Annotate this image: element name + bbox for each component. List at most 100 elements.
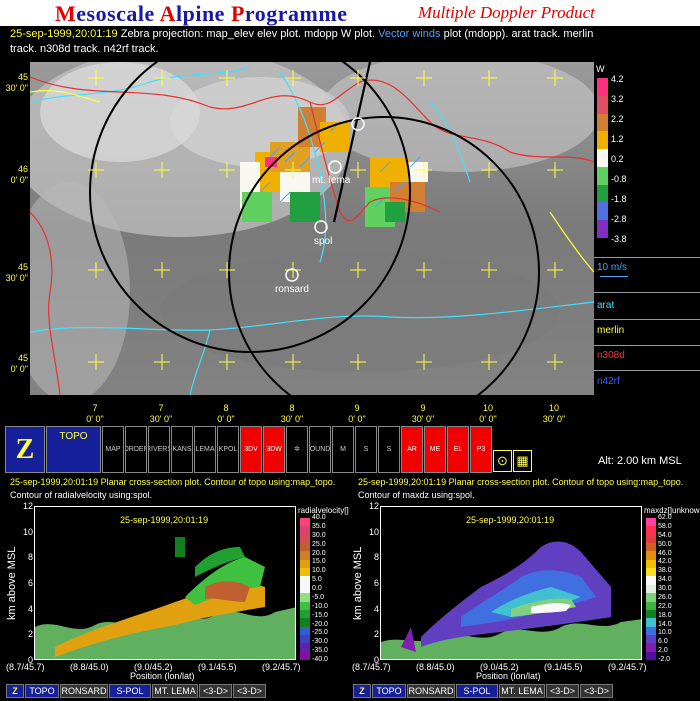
toolbar-icon-8[interactable]: 3DV <box>240 426 262 473</box>
plot-time: 25-sep-1999,20:01:19 <box>10 28 118 40</box>
panel-button--3-d-[interactable]: <3-D> <box>199 684 232 698</box>
left-x-title: Position (lon/lat) <box>130 671 195 681</box>
colorbar-label: 34.0 <box>658 576 672 584</box>
toolbar-icon-0[interactable]: Z <box>5 426 45 473</box>
colorbar-label: -25.0 <box>312 629 328 637</box>
x-tick-label: (8.8/45.0) <box>416 662 455 672</box>
colorbar-label: 22.0 <box>658 602 672 610</box>
panel-button--3-d-[interactable]: <3-D> <box>580 684 613 698</box>
panel-button-s-pol[interactable]: S-POL <box>109 684 151 698</box>
colorbar-label: 5.0 <box>312 576 322 584</box>
toolbar-icon-19[interactable]: ⊙ <box>493 450 512 472</box>
title-banner: Mesoscale Alpine Programme Multiple Dopp… <box>0 0 700 26</box>
w-colorbar-swatch <box>597 78 608 97</box>
panel-button-mt-lema[interactable]: MT. LEMA <box>152 684 198 698</box>
colorbar-label: 30.0 <box>658 585 672 592</box>
toolbar-icon-14[interactable]: S <box>378 426 400 473</box>
colorbar-label: 46.0 <box>658 549 672 557</box>
w-colorbar-label: -1.8 <box>611 194 627 204</box>
terrain-map-svg <box>30 62 594 395</box>
lon-label-1: 7 0' 0" <box>86 403 104 424</box>
colorbar-label: -5.0 <box>312 593 325 601</box>
toolbar-icon-11[interactable]: SOUNDS <box>309 426 331 473</box>
toolbar-icon-4[interactable]: RIVERS <box>148 426 170 473</box>
toolbar-icon-1[interactable]: TOPO <box>46 426 101 473</box>
toolbar-icon-16[interactable]: ME <box>424 426 446 473</box>
panel-button--3-d-[interactable]: <3-D> <box>546 684 579 698</box>
panel-button-ronsard[interactable]: RONSARD <box>60 684 108 698</box>
y-tick-label: 10 <box>22 526 33 537</box>
panel-button-topo[interactable]: TOPO <box>25 684 59 698</box>
toolbar-icon-7[interactable]: KPOL <box>217 426 239 473</box>
colorbar-swatch <box>646 651 656 661</box>
main-map[interactable]: spol ronsard mt. lema <box>30 62 594 395</box>
site-label-ronsard: ronsard <box>275 284 309 295</box>
w-colorbar-label: -0.8 <box>611 174 627 184</box>
toolbar-icon-5[interactable]: KANS <box>171 426 193 473</box>
colorbar-swatch <box>300 651 310 661</box>
right-panel-header1: 25-sep-1999,20:01:19 Planar cross-sectio… <box>358 477 684 487</box>
w-colorbar-swatch <box>597 220 608 239</box>
w-colorbar-title: W <box>596 64 605 74</box>
colorbar-label: 10.0 <box>312 567 326 575</box>
lat-label-1: 45 30' 0" <box>5 72 28 93</box>
toolbar-icon-2[interactable]: MAP <box>102 426 124 473</box>
banner-title: Mesoscale Alpine Programme <box>55 1 348 26</box>
legend-n42rf[interactable]: n42rf <box>597 376 620 387</box>
panel-button-z[interactable]: Z <box>353 684 371 698</box>
lat-label-2: 46 0' 0" <box>10 164 28 185</box>
colorbar-label: 38.0 <box>658 567 672 575</box>
y-tick-label: 10 <box>368 526 379 537</box>
vector-scale-arrow <box>600 276 628 277</box>
site-label-mt-lema: mt. lema <box>312 175 351 186</box>
colorbar-label: 15.0 <box>312 558 326 566</box>
y-tick-label: 12 <box>22 501 33 511</box>
lat-label-3: 45 30' 0" <box>5 262 28 283</box>
legend-n308d[interactable]: n308d <box>597 350 625 361</box>
colorbar-label: 10.0 <box>658 629 672 637</box>
colorbar-label: 42.0 <box>658 558 672 566</box>
banner-subtitle: Multiple Doppler Product <box>418 3 595 22</box>
w-colorbar <box>597 78 608 239</box>
toolbar-icon-10[interactable]: ✲ <box>286 426 308 473</box>
panel-button-topo[interactable]: TOPO <box>372 684 406 698</box>
y-tick-label: 2 <box>27 629 33 640</box>
legend-divider <box>594 292 700 293</box>
toolbar-icon-6[interactable]: LEMA <box>194 426 216 473</box>
y-tick-label: 4 <box>373 603 379 614</box>
toolbar-icon-9[interactable]: 3DW <box>263 426 285 473</box>
panel-button--3-d-[interactable]: <3-D> <box>233 684 266 698</box>
w-colorbar-swatch <box>597 149 608 168</box>
toolbar-icon-13[interactable]: S <box>355 426 377 473</box>
toolbar-icon-17[interactable]: EL <box>447 426 469 473</box>
colorbar-label: -40.0 <box>312 656 328 663</box>
legend-merlin[interactable]: merlin <box>597 325 624 336</box>
toolbar-icon-3[interactable]: BORDERS <box>125 426 147 473</box>
x-tick-label: (8.7/45.7) <box>6 662 45 672</box>
toolbar-icon-12[interactable]: M <box>332 426 354 473</box>
panel-button-z[interactable]: Z <box>6 684 24 698</box>
panel-button-s-pol[interactable]: S-POL <box>456 684 498 698</box>
y-tick-label: 8 <box>27 552 33 563</box>
legend-arat[interactable]: arat <box>597 300 614 311</box>
lon-label-6: 9 30' 0" <box>411 403 435 424</box>
colorbar-label: -10.0 <box>312 602 328 610</box>
y-tick-label: 6 <box>27 578 33 588</box>
panel-button-ronsard[interactable]: RONSARD <box>407 684 455 698</box>
left-cross-section-plot[interactable]: 25-sep-1999,20:01:19 <box>34 506 296 660</box>
x-tick-label: (8.8/45.0) <box>70 662 109 672</box>
toolbar-icon-15[interactable]: AR <box>401 426 423 473</box>
legend-divider <box>594 370 700 371</box>
left-y-ticks: 12 10 8 6 4 2 0 <box>20 500 34 666</box>
toolbar-icon-20[interactable]: ▦ <box>513 450 532 472</box>
colorbar-label: -20.0 <box>312 620 328 628</box>
right-cross-section-plot[interactable]: 25-sep-1999,20:01:19 <box>380 506 642 660</box>
right-x-title: Position (lon/lat) <box>476 671 541 681</box>
colorbar-label: 20.0 <box>312 549 326 557</box>
plot-description-line2: track. n308d track. n42rf track. <box>10 43 159 55</box>
colorbar-label: 35.0 <box>312 522 326 530</box>
w-colorbar-label: 2.2 <box>611 114 624 124</box>
colorbar-label: 58.0 <box>658 522 672 530</box>
panel-button-mt-lema[interactable]: MT. LEMA <box>499 684 545 698</box>
toolbar-icon-18[interactable]: P3 <box>470 426 492 473</box>
